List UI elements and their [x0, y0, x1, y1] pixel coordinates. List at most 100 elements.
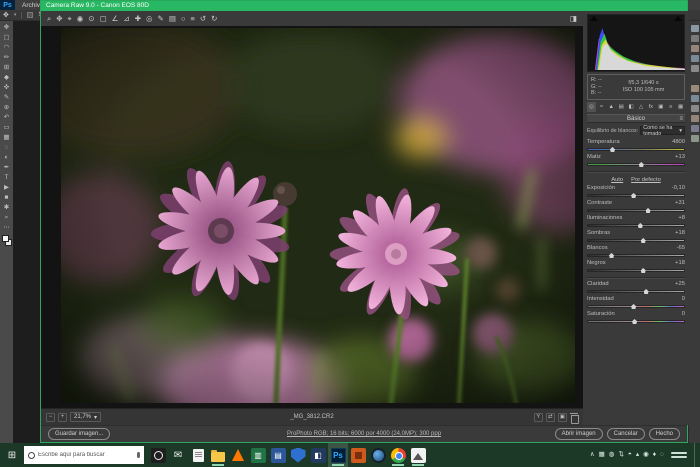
marquee-tool-icon[interactable]: ▢ [1, 33, 13, 43]
crop-tool-icon[interactable]: ▢ [100, 15, 107, 23]
slider-track[interactable] [587, 320, 685, 323]
tab-hsl[interactable]: ▤ [617, 102, 626, 112]
slider-value[interactable]: +8 [678, 215, 685, 223]
tab-lens-corrections[interactable]: △ [637, 102, 646, 112]
blur-tool-icon[interactable]: ◌ [1, 143, 13, 153]
slider-value[interactable]: 0 [682, 311, 685, 319]
collapsed-panel-icon[interactable] [691, 35, 699, 42]
collapsed-panel-icon[interactable] [691, 125, 699, 132]
color-swatches[interactable] [2, 235, 12, 246]
photo-preview[interactable] [61, 28, 575, 403]
tray-chevron-icon[interactable]: ∧ [590, 452, 595, 459]
slider-thumb[interactable] [610, 147, 615, 152]
cancel-button[interactable]: Cancelar [607, 428, 645, 440]
tab-split-toning[interactable]: ◧ [627, 102, 636, 112]
panel-menu-icon[interactable]: ≡ [679, 115, 683, 124]
file-explorer-icon[interactable] [208, 443, 228, 467]
slider-thumb[interactable] [646, 208, 651, 213]
security-app-icon[interactable] [288, 443, 308, 467]
slider-thumb[interactable] [641, 238, 646, 243]
preview-toggle-icon[interactable]: ◨ [570, 15, 577, 23]
orange-app-icon[interactable] [348, 443, 368, 467]
slider-track[interactable] [587, 224, 685, 227]
slider-value[interactable]: -0,10 [672, 185, 685, 193]
radial-filter-tool-icon[interactable]: ○ [181, 15, 186, 23]
tab-camera-calibration[interactable]: ▣ [656, 102, 665, 112]
zoom-tool-icon[interactable]: ⌕ [47, 15, 51, 23]
hand-tool-icon[interactable]: ✱ [1, 203, 13, 213]
microphone-icon[interactable] [137, 452, 140, 458]
tab-tone-curve[interactable]: ≈ [597, 102, 606, 112]
adjustment-brush-tool-icon[interactable]: ✎ [158, 15, 164, 23]
slider-thumb[interactable] [644, 289, 649, 294]
preferences-icon[interactable]: ≡ [190, 15, 194, 23]
lasso-tool-icon[interactable]: ◠ [1, 43, 13, 53]
slider-track[interactable] [587, 290, 685, 293]
swap-before-after-icon[interactable]: ⇄ [546, 413, 555, 422]
slider-track[interactable] [587, 163, 685, 166]
spot-removal-tool-icon[interactable]: ✚ [135, 15, 141, 23]
copy-settings-icon[interactable]: ▣ [558, 413, 567, 422]
slider-value[interactable]: 4800 [672, 139, 685, 147]
save-image-button[interactable]: Guardar imagen... [48, 428, 110, 440]
tray-icon-6[interactable]: ◉ [643, 452, 649, 459]
tool-overflow-icon[interactable]: ⋯ [1, 223, 13, 233]
slider-thumb[interactable] [641, 268, 646, 273]
clone-stamp-tool-icon[interactable]: ⊕ [1, 103, 13, 113]
shape-tool-icon[interactable]: ■ [1, 193, 13, 203]
collapsed-panel-icon[interactable] [691, 55, 699, 62]
default-link[interactable]: Por defecto [631, 177, 661, 183]
collapsed-panel-icon[interactable] [691, 115, 699, 122]
gradient-tool-icon[interactable]: ▦ [1, 133, 13, 143]
slider-thumb[interactable] [638, 223, 643, 228]
dark-circle-app-icon[interactable] [148, 443, 168, 467]
slider-thumb[interactable] [639, 162, 644, 167]
delete-icon[interactable] [570, 413, 578, 422]
slider-value[interactable]: 0 [682, 296, 685, 304]
workflow-options-link[interactable]: ProPhoto RGB; 16 bits; 6000 por 4000 (24… [287, 431, 441, 437]
tray-icon-7[interactable]: ♦ [653, 452, 656, 459]
tab-basic[interactable]: ◎ [587, 102, 596, 112]
slider-value[interactable]: +13 [675, 154, 685, 162]
tab-effects[interactable]: fx [646, 102, 655, 112]
foreground-color-swatch[interactable] [2, 235, 9, 242]
eraser-tool-icon[interactable]: ▭ [1, 123, 13, 133]
crop-tool-icon[interactable]: ⊞ [1, 63, 13, 73]
straighten-tool-icon[interactable]: ∠ [112, 15, 119, 23]
photoshop-icon[interactable]: Ps [328, 443, 348, 467]
collapsed-panel-icon[interactable] [691, 135, 699, 142]
slider-value[interactable]: +18 [675, 230, 685, 238]
tray-icon-4[interactable]: ◓ [628, 452, 632, 459]
healing-brush-tool-icon[interactable]: ✜ [1, 83, 13, 93]
highlight-clipping-icon[interactable] [674, 16, 682, 21]
collapsed-panel-icon[interactable] [691, 45, 699, 52]
vlc-icon[interactable] [228, 443, 248, 467]
tab-presets[interactable]: ≡ [666, 102, 675, 112]
photos-app-icon[interactable] [408, 443, 428, 467]
targeted-adjustment-tool-icon[interactable]: ⊙ [88, 15, 94, 23]
shadow-clipping-icon[interactable] [590, 16, 598, 21]
slider-thumb[interactable] [631, 304, 636, 309]
move-tool-icon[interactable]: ✥ [1, 23, 13, 33]
collapsed-panel-icon[interactable] [691, 75, 699, 82]
collapsed-panel-icon[interactable] [691, 25, 699, 32]
tray-icon-8[interactable]: ◌ [660, 452, 664, 459]
chevron-down-icon[interactable]: ▾ [14, 12, 17, 18]
pen-tool-icon[interactable]: ✒ [1, 163, 13, 173]
graduated-filter-tool-icon[interactable]: ▤ [169, 15, 176, 23]
slider-track[interactable] [587, 148, 685, 151]
auto-link[interactable]: Auto [611, 177, 623, 183]
before-after-view-icon[interactable]: Y [534, 413, 543, 422]
rotate-left-icon[interactable]: ↺ [200, 15, 206, 23]
slider-value[interactable]: +31 [675, 200, 685, 208]
collapsed-panel-icon[interactable] [691, 95, 699, 102]
tray-icon-5[interactable]: ▴ [636, 452, 639, 459]
blue-office-app-icon[interactable] [268, 443, 288, 467]
search-box[interactable]: Escribe aquí para buscar [24, 446, 144, 464]
dialog-title[interactable]: Camera Raw 9.0 - Canon EOS 80D [41, 1, 687, 11]
color-sampler-tool-icon[interactable]: ◉ [77, 15, 84, 23]
quick-selection-tool-icon[interactable]: ✏ [1, 53, 13, 63]
taskbar-clock[interactable] [671, 452, 687, 458]
transform-tool-icon[interactable]: ⊿ [123, 15, 129, 23]
white-balance-tool-icon[interactable]: ⌖ [68, 15, 72, 23]
